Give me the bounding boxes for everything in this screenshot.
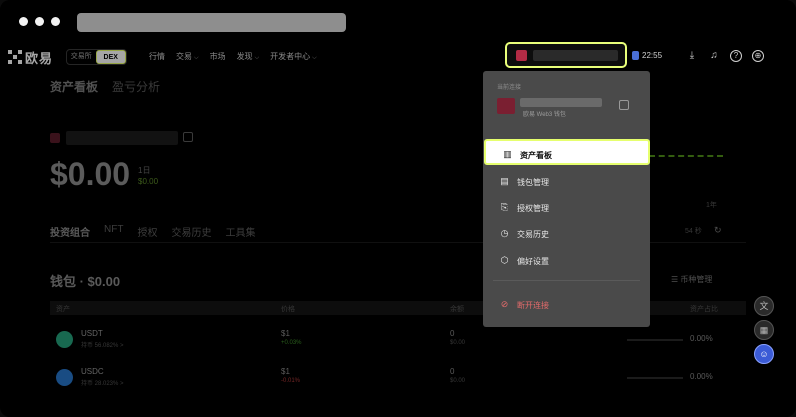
menu-item-asset-dashboard[interactable]: ▥ 资产看板	[484, 139, 650, 165]
menu-item-wallet-manage[interactable]: ▤ 钱包管理	[483, 168, 650, 194]
wallet-avatar	[497, 98, 515, 114]
qr-icon[interactable]: ▦	[754, 320, 774, 340]
menu-item-tx-history[interactable]: ◷ 交易历史	[483, 220, 650, 246]
window-close-dot[interactable]	[19, 17, 28, 26]
menu-item-disconnect[interactable]: ⊘ 断开连接	[483, 291, 650, 317]
wallet-dropdown-menu: 当前连接 欧易 Web3 钱包 ▥ 资产看板 ▤ 钱包管理 ⎘ 授权管理 ◷ 交…	[483, 71, 650, 327]
translate-icon[interactable]: 文	[754, 296, 774, 316]
bell-icon[interactable]: ♫	[708, 50, 720, 62]
wallet-address-redacted	[520, 98, 602, 107]
help-icon[interactable]: ?	[730, 50, 742, 62]
wallet-icon: ▤	[500, 176, 509, 186]
address-bar[interactable]	[77, 13, 346, 32]
window-maximize-dot[interactable]	[51, 17, 60, 26]
wallet-type: 欧易 Web3 钱包	[523, 112, 566, 118]
clock: 22:55	[642, 51, 663, 60]
globe-icon[interactable]: ⊕	[752, 50, 764, 62]
menu-item-authorization[interactable]: ⎘ 授权管理	[483, 194, 650, 220]
menu-item-label: 交易历史	[517, 230, 549, 239]
overlay-backdrop[interactable]	[0, 44, 796, 417]
support-chat-icon[interactable]: ☺	[754, 344, 774, 364]
disconnect-icon: ⊘	[500, 299, 509, 309]
menu-item-label: 钱包管理	[517, 178, 549, 187]
network-status: 22:55	[632, 51, 662, 60]
menu-item-label: 偏好设置	[517, 257, 549, 266]
window-minimize-dot[interactable]	[35, 17, 44, 26]
authorization-icon: ⎘	[500, 202, 509, 212]
copy-icon[interactable]	[619, 100, 629, 110]
connected-wallet-button[interactable]	[505, 42, 627, 68]
wallet-avatar	[516, 50, 527, 61]
browser-chrome	[0, 0, 796, 44]
menu-item-preferences[interactable]: ⬡ 偏好设置	[483, 247, 650, 273]
menu-item-label: 授权管理	[517, 204, 549, 213]
menu-item-label: 资产看板	[520, 151, 552, 160]
wallet-address-redacted	[533, 50, 618, 61]
network-icon	[632, 51, 639, 60]
app-window: 欧易 交易所 DEX 行情 交易 ⌵ 市场 发现 ⌵ 开发者中心 ⌵ 资产看板 盈亏分…	[0, 0, 796, 417]
menu-item-label: 断开连接	[517, 301, 549, 310]
menu-divider	[493, 280, 640, 281]
history-icon: ◷	[500, 228, 509, 238]
download-icon[interactable]: ⤓	[686, 50, 698, 62]
dashboard-icon: ▥	[503, 149, 512, 159]
settings-icon: ⬡	[500, 255, 509, 265]
current-connection-label: 当前连接	[497, 85, 522, 91]
